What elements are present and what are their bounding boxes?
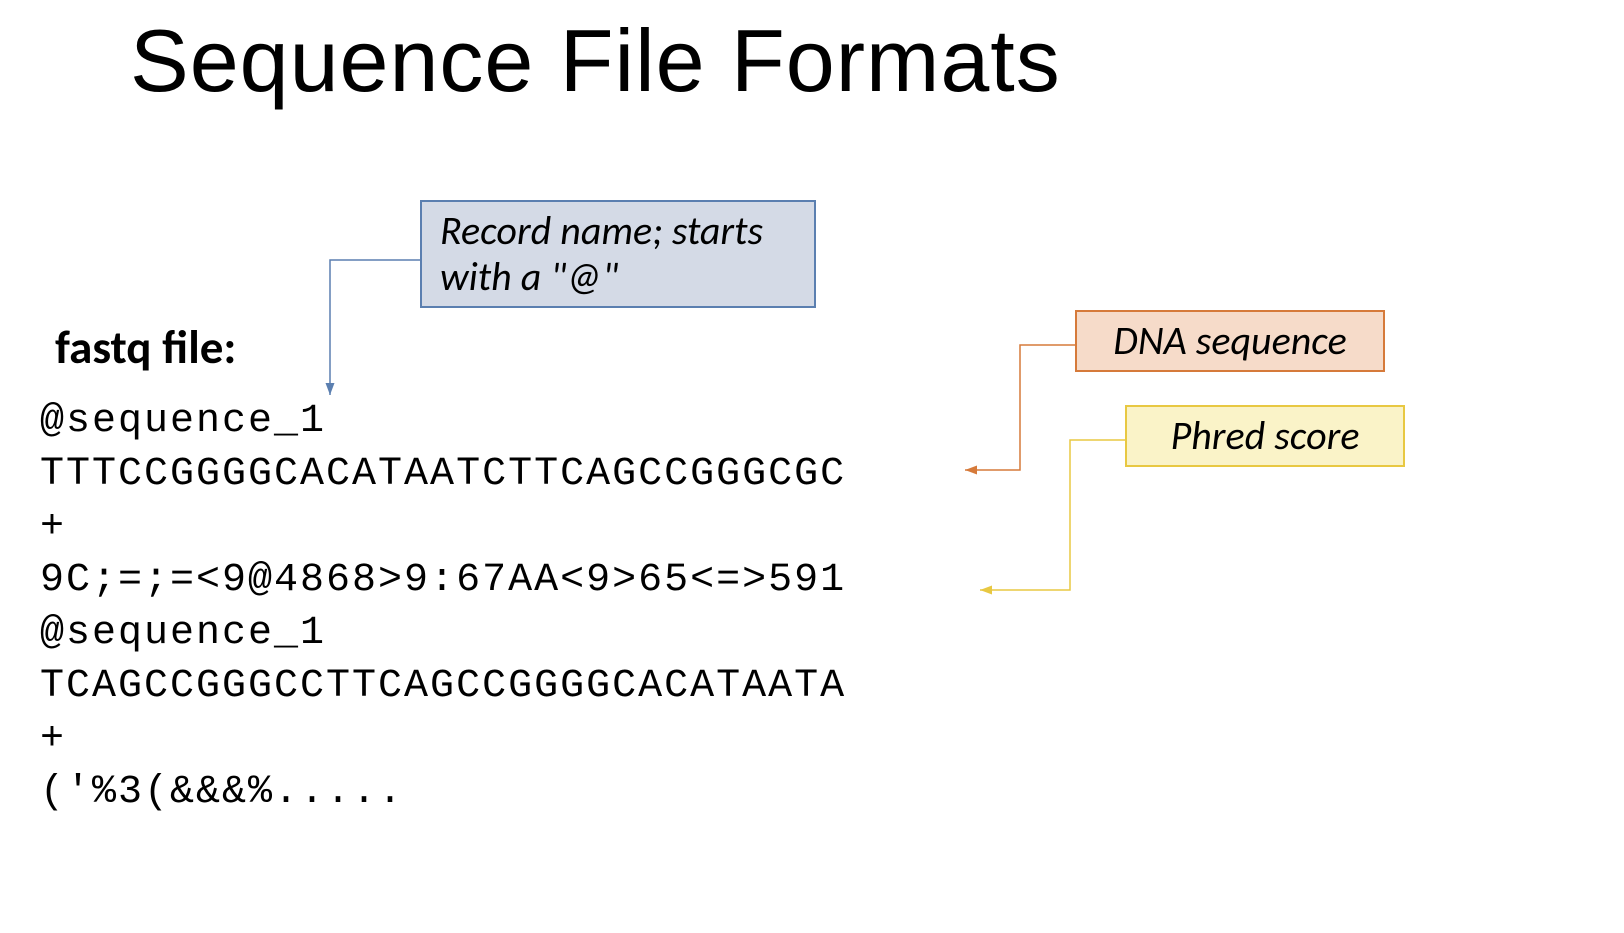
fastq-header-2: @sequence_1 bbox=[40, 611, 326, 656]
fastq-header-1: @sequence_1 bbox=[40, 399, 326, 444]
callout-record-name: Record name; starts with a "@" bbox=[420, 200, 816, 308]
fastq-code-block: @sequence_1 TTTCCGGGGCACATAATCTTCAGCCGGG… bbox=[40, 395, 846, 819]
fastq-sequence-1: TTTCCGGGGCACATAATCTTCAGCCGGGCGC bbox=[40, 452, 846, 497]
fastq-plus-2: + bbox=[40, 717, 66, 762]
fastq-quality-2: ('%3(&&&%..... bbox=[40, 770, 404, 815]
subtitle-fastq: fastq file: bbox=[55, 318, 236, 376]
fastq-sequence-2: TCAGCCGGGCCTTCAGCCGGGGCACATAATA bbox=[40, 664, 846, 709]
fastq-quality-1: 9C;=;=<9@4868>9:67AA<9>65<=>591 bbox=[40, 558, 846, 603]
callout-dna-sequence: DNA sequence bbox=[1075, 310, 1385, 372]
callout-phred-score: Phred score bbox=[1125, 405, 1405, 467]
slide-title: Sequence File Formats bbox=[130, 10, 1061, 112]
fastq-plus-1: + bbox=[40, 505, 66, 550]
